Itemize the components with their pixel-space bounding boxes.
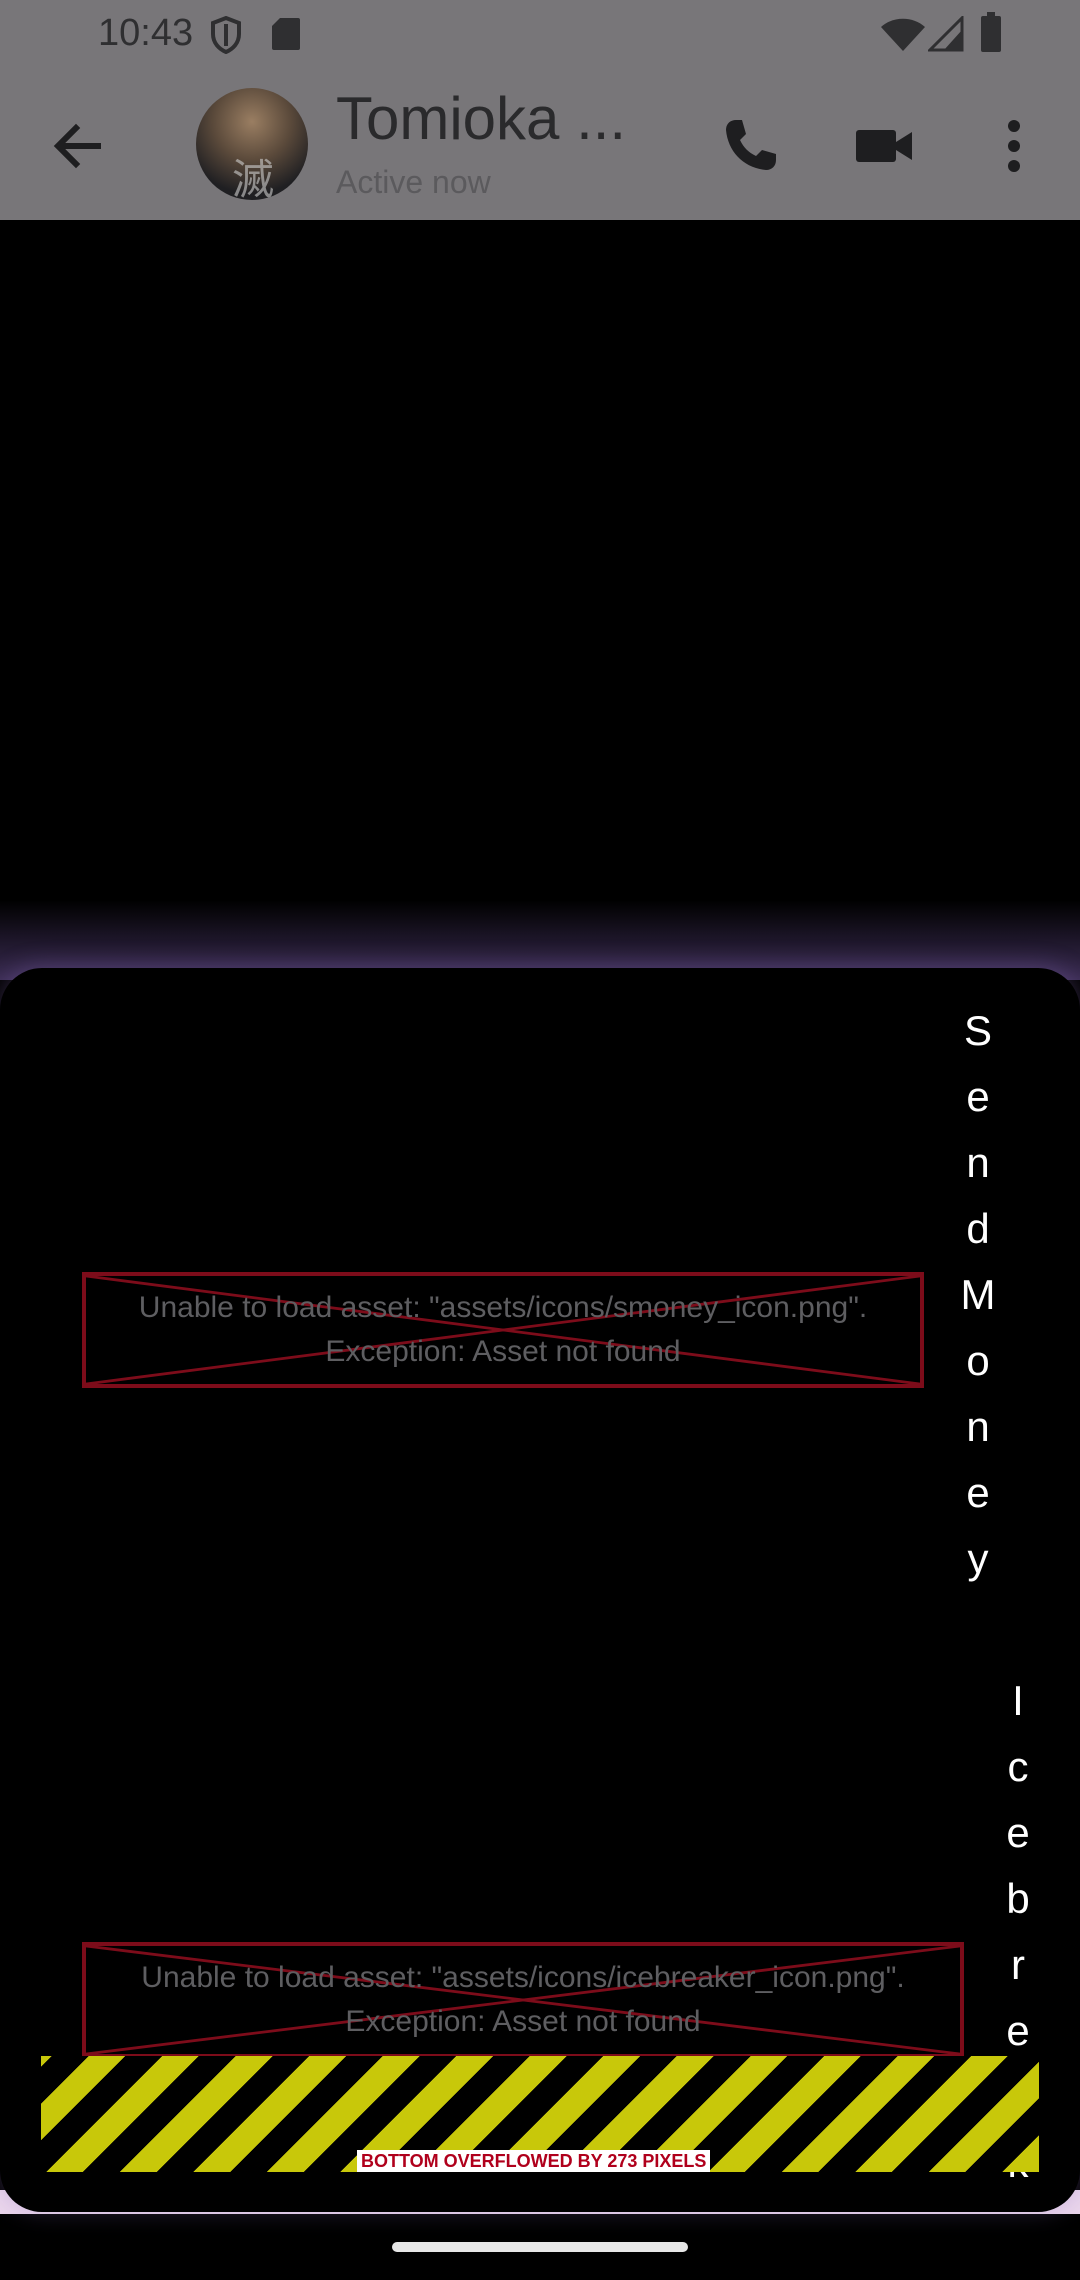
- label-letter: n: [966, 1403, 990, 1450]
- label-letter: M: [960, 1271, 996, 1318]
- label-letter: S: [963, 1007, 992, 1054]
- label-letter: r: [1011, 1941, 1025, 1988]
- dimmed-header: 10:43 滅 Tomioka ... Active now: [0, 0, 1080, 220]
- wifi-icon: [881, 18, 925, 51]
- chat-app-bar: 滅 Tomioka ... Active now: [0, 80, 1080, 220]
- label-letter: c: [1007, 1743, 1029, 1790]
- label-letter: e: [1006, 2007, 1030, 2054]
- avatar-emblem-icon: 滅: [232, 156, 275, 200]
- label-letter: d: [966, 1205, 990, 1252]
- label-letter: n: [966, 1139, 990, 1186]
- contact-name[interactable]: Tomioka ...: [336, 84, 626, 153]
- sd-card-icon: [272, 18, 300, 50]
- contact-status: Active now: [336, 164, 491, 200]
- contact-avatar[interactable]: 滅: [196, 88, 308, 200]
- overflow-warning-text: BOTTOM OVERFLOWED BY 273 PIXELS: [357, 2150, 711, 2172]
- label-letter: I: [1012, 1677, 1024, 1724]
- back-arrow-icon[interactable]: [48, 116, 108, 176]
- attachment-bottom-sheet: Unable to load asset: "assets/icons/smon…: [0, 968, 1080, 2212]
- more-vert-icon[interactable]: [990, 114, 1054, 178]
- error-exception: Exception: Asset not found: [345, 2005, 701, 2038]
- label-letter: e: [1006, 1809, 1030, 1856]
- overflow-warning-stripe: BOTTOM OVERFLOWED BY 273 PIXELS: [41, 2056, 1039, 2172]
- error-message: Unable to load asset: "assets/icons/smon…: [138, 1291, 868, 1324]
- label-letter: o: [966, 1337, 990, 1384]
- error-exception: Exception: Asset not found: [325, 1335, 681, 1368]
- send-money-label[interactable]: S e n d M o n e y: [954, 998, 1002, 1592]
- send-money-icon-error[interactable]: Unable to load asset: "assets/icons/smon…: [82, 1272, 924, 1388]
- error-message: Unable to load asset: "assets/icons/iceb…: [141, 1961, 905, 1994]
- gesture-nav-handle[interactable]: [392, 2242, 688, 2252]
- phone-icon[interactable]: [718, 114, 782, 178]
- label-letter: e: [966, 1073, 990, 1120]
- label-letter: e: [966, 1469, 990, 1516]
- signal-icon: [928, 16, 964, 52]
- battery-icon: [981, 12, 1001, 52]
- shield-icon: [211, 16, 241, 54]
- icebreaker-icon-error[interactable]: Unable to load asset: "assets/icons/iceb…: [82, 1942, 964, 2058]
- status-bar: 10:43: [0, 0, 1080, 66]
- status-time: 10:43: [98, 12, 194, 54]
- label-letter: y: [967, 1535, 989, 1582]
- label-letter: b: [1006, 1875, 1030, 1922]
- video-camera-icon[interactable]: [852, 114, 916, 178]
